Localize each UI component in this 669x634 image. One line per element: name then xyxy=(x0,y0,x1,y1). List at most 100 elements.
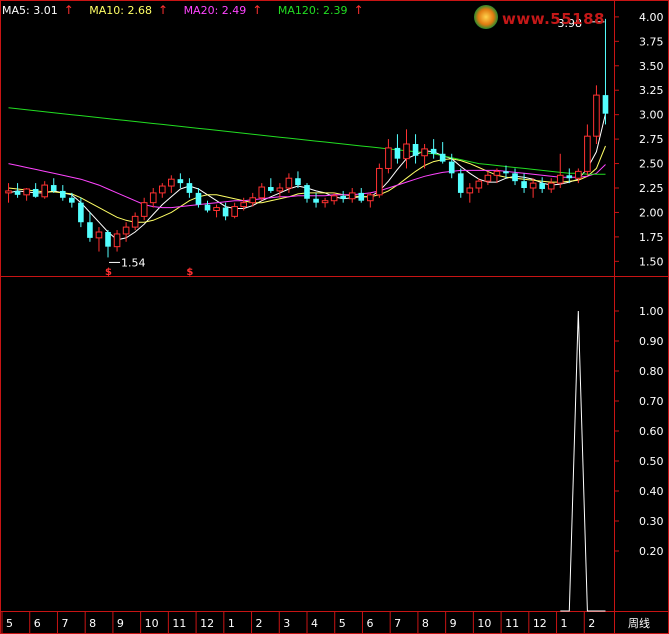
signal-mark: $ xyxy=(186,267,193,278)
candle-up xyxy=(421,148,428,157)
x-tick-label: 1 xyxy=(561,617,568,630)
candle-down xyxy=(539,183,545,189)
candle-down xyxy=(394,147,401,159)
candle-up xyxy=(285,177,293,189)
y-tick-label: 3.25 xyxy=(639,84,664,97)
x-tick-label: 6 xyxy=(366,617,373,630)
candle-up xyxy=(168,178,175,187)
x-tick-label: 8 xyxy=(89,617,96,630)
ind-y-tick-label: 1.00 xyxy=(639,305,664,318)
candle-up xyxy=(149,192,157,204)
candle-up xyxy=(113,233,121,248)
y-tick-label: 2.00 xyxy=(639,206,664,219)
x-tick-label: 1 xyxy=(228,617,235,630)
candle-up xyxy=(403,143,410,160)
candle-up xyxy=(5,190,12,194)
candle-down xyxy=(222,207,229,217)
candle-down xyxy=(602,95,609,114)
x-tick-label: 7 xyxy=(394,617,401,630)
candle-up xyxy=(122,226,130,235)
candle-down xyxy=(304,185,310,199)
x-tick-label: 11 xyxy=(172,617,186,630)
x-tick-label: 9 xyxy=(450,617,457,630)
candle-down xyxy=(204,204,211,211)
ma5-legend: MA5: 3.01 ↑ xyxy=(2,3,80,17)
candle-down xyxy=(177,179,184,184)
ma20-arrow-icon: ↑ xyxy=(252,3,263,17)
y-tick-label: 1.75 xyxy=(639,231,664,244)
watermark-text: www.55188 xyxy=(502,10,605,28)
ma20-legend: MA20: 2.49 ↑ xyxy=(183,3,269,17)
x-tick-label: 2 xyxy=(256,617,263,630)
x-tick-label: 8 xyxy=(422,617,429,630)
x-tick-label: 5 xyxy=(339,617,346,630)
candle-up xyxy=(131,215,139,228)
candle-up xyxy=(321,200,329,204)
ind-y-tick-label: 0.90 xyxy=(639,335,664,348)
candle-down xyxy=(340,195,346,199)
ind-y-tick-label: 0.50 xyxy=(639,455,664,468)
candle-up xyxy=(23,188,30,196)
candle-down xyxy=(448,161,455,174)
candle-up xyxy=(95,231,103,239)
candle-up xyxy=(556,174,564,184)
x-tick-label: 4 xyxy=(311,617,318,630)
y-tick-label: 2.75 xyxy=(639,133,664,146)
x-tick-label: 10 xyxy=(477,617,491,630)
y-tick-label: 1.50 xyxy=(639,255,664,268)
x-tick-label: 3 xyxy=(283,617,290,630)
kline-chart: 1.50 1.75 2.00 2.25 2.50 2.75 3.00 3.25 3.50 3.75… xyxy=(0,0,669,634)
candle-down xyxy=(14,190,21,195)
y-tick-label: 4.00 xyxy=(639,11,664,24)
candle-down xyxy=(566,175,573,179)
ma120-arrow-icon: ↑ xyxy=(353,3,364,17)
candle-up xyxy=(140,202,148,217)
candle-up xyxy=(348,192,356,200)
x-tick-label: 12 xyxy=(200,617,214,630)
candle-down xyxy=(50,185,57,191)
ind-y-tick-label: 0.70 xyxy=(639,395,664,408)
x-tick-label: 5 xyxy=(6,617,13,630)
candle-down xyxy=(59,190,66,198)
candle-down xyxy=(295,178,301,186)
candle-down xyxy=(457,173,464,193)
candle-up xyxy=(547,182,555,190)
signal-mark: $ xyxy=(105,267,112,278)
x-tick-label: 2 xyxy=(588,617,595,630)
ma10-legend: MA10: 2.68 ↑ xyxy=(89,3,174,17)
ma-line-ma120 xyxy=(8,107,606,175)
x-tick-label: 10 xyxy=(145,617,159,630)
ma120-legend: MA120: 2.39 ↑ xyxy=(277,3,370,17)
candle-up xyxy=(376,167,383,196)
candle-up xyxy=(41,184,49,198)
candle-up xyxy=(493,170,501,176)
x-tick-label: 7 xyxy=(61,617,68,630)
candle-up xyxy=(258,186,266,199)
candle-up xyxy=(213,207,220,211)
candle-down xyxy=(412,144,419,156)
y-tick-label: 2.50 xyxy=(639,158,664,171)
indicator-line xyxy=(560,310,606,612)
period-label: 周线 xyxy=(628,616,650,630)
candle-down xyxy=(503,171,509,174)
x-tick-label: 11 xyxy=(505,617,519,630)
ind-y-tick-label: 0.30 xyxy=(639,515,664,528)
y-tick-label: 3.00 xyxy=(639,109,664,122)
low-annotation: 1.54 xyxy=(121,256,146,269)
candle-up xyxy=(484,174,492,182)
ind-y-tick-label: 0.40 xyxy=(639,485,664,498)
ma20-label: MA20: 2.49 xyxy=(183,4,247,17)
candle-down xyxy=(430,148,437,154)
candle-up xyxy=(231,206,238,217)
watermark-logo-icon xyxy=(474,5,498,29)
candle-up xyxy=(249,197,257,204)
ma10-arrow-icon: ↑ xyxy=(158,3,169,17)
ma5-arrow-icon: ↑ xyxy=(63,3,74,17)
ma120-label: MA120: 2.39 xyxy=(277,4,348,17)
candle-up xyxy=(276,187,284,192)
y-tick-label: 3.50 xyxy=(639,60,664,73)
candle-down xyxy=(521,181,527,188)
x-tick-label: 6 xyxy=(34,617,41,630)
ma10-label: MA10: 2.68 xyxy=(89,4,152,17)
candle-up xyxy=(593,94,600,137)
